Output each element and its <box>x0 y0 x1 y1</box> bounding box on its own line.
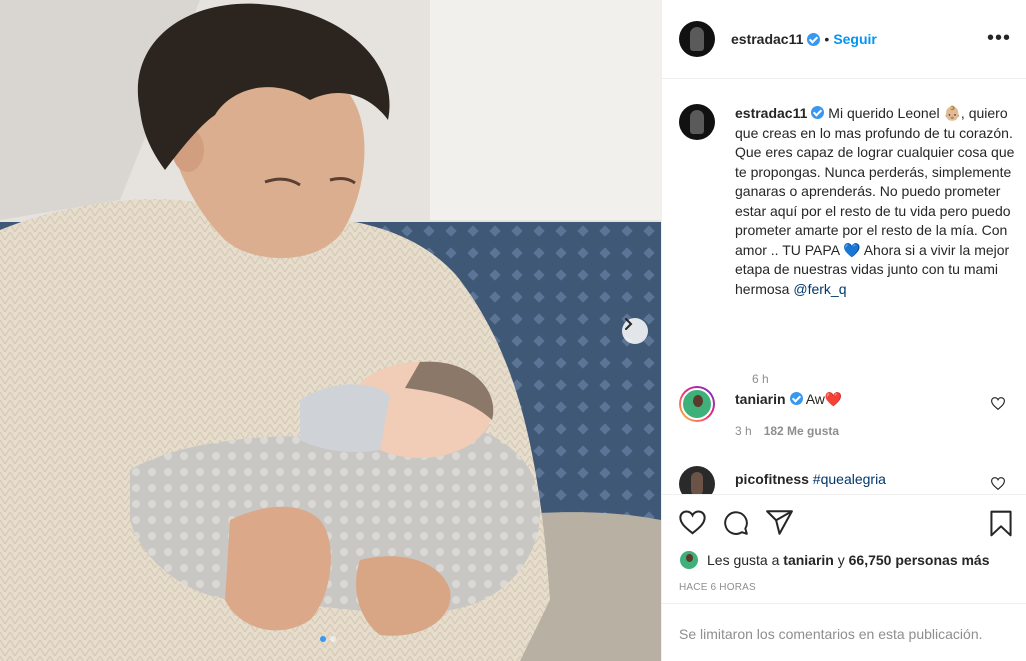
carousel-dot-active <box>320 636 326 642</box>
follow-button[interactable]: Seguir <box>833 31 877 47</box>
caption-text-part: Mi querido Leonel <box>828 105 940 121</box>
carousel-dot <box>330 636 336 642</box>
comment-text: taniarin Aw❤️ <box>735 390 985 408</box>
caption-text-part: , quiero que creas en lo mas profundo de… <box>735 105 1015 258</box>
caption-time[interactable]: 6 h <box>752 372 769 386</box>
red-heart-emoji: ❤️ <box>824 391 843 407</box>
post-side-panel: estradac11 • Seguir ••• estradac11 Mi qu… <box>661 0 1026 661</box>
separator-bullet: • <box>824 31 830 47</box>
post-actions: Les gusta a taniarin y 66,750 personas m… <box>662 494 1026 661</box>
hashtag-link[interactable]: #quealegria <box>813 471 886 487</box>
blue-heart-emoji: 💙 <box>843 241 861 258</box>
author-username[interactable]: estradac11 <box>731 31 803 47</box>
caption-username[interactable]: estradac11 <box>735 105 807 121</box>
next-arrow-icon <box>625 318 633 330</box>
comment-likes[interactable]: 182 Me gusta <box>764 424 839 438</box>
share-icon[interactable] <box>766 510 793 535</box>
carousel-indicator <box>320 636 336 642</box>
comment-like-heart-icon[interactable] <box>991 477 1005 490</box>
commenter-avatar[interactable] <box>679 466 715 494</box>
next-photo-button[interactable] <box>622 318 648 344</box>
likes-prefix: Les gusta a <box>707 552 780 568</box>
heart-icon[interactable] <box>679 510 706 535</box>
commenter-username[interactable]: taniarin <box>735 391 786 407</box>
likes-middle: y <box>837 552 845 568</box>
commenter-avatar[interactable] <box>679 386 715 422</box>
comment-time[interactable]: 3 h <box>735 424 752 438</box>
likes-summary: Les gusta a taniarin y 66,750 personas m… <box>679 549 990 571</box>
comment-meta: 3 h 182 Me gusta <box>735 424 839 438</box>
comments-limited-notice: Se limitaron los comentarios en esta pub… <box>662 603 1026 661</box>
comment-body: Aw <box>805 391 825 407</box>
baby-emoji: 👶🏼 <box>943 105 961 121</box>
author-avatar[interactable] <box>679 21 715 57</box>
verified-icon <box>811 106 825 119</box>
verified-icon <box>807 32 821 46</box>
post-photo <box>0 0 661 661</box>
commenter-username[interactable]: picofitness <box>735 471 809 487</box>
comments-section[interactable]: estradac11 Mi querido Leonel 👶🏼, quiero … <box>662 80 1026 494</box>
liker-username[interactable]: taniarin <box>783 552 834 568</box>
caption-text: estradac11 Mi querido Leonel 👶🏼, quiero … <box>735 104 1025 299</box>
comment-like-heart-icon[interactable] <box>991 397 1005 410</box>
likes-count[interactable]: 66,750 personas más <box>849 552 990 568</box>
comment-text: picofitness #quealegria <box>735 470 985 488</box>
caption-author-avatar[interactable] <box>679 104 715 140</box>
more-options-icon[interactable]: ••• <box>987 28 1011 48</box>
post-header: estradac11 • Seguir ••• <box>662 0 1026 79</box>
mention-link[interactable]: @ferk_q <box>793 281 846 297</box>
photo-illustration <box>0 0 661 661</box>
liker-avatar[interactable] <box>679 550 699 570</box>
verified-icon <box>789 392 803 405</box>
post-timestamp[interactable]: HACE 6 HORAS <box>679 582 756 593</box>
bookmark-icon[interactable] <box>989 510 1013 537</box>
comment-icon[interactable] <box>723 510 749 536</box>
